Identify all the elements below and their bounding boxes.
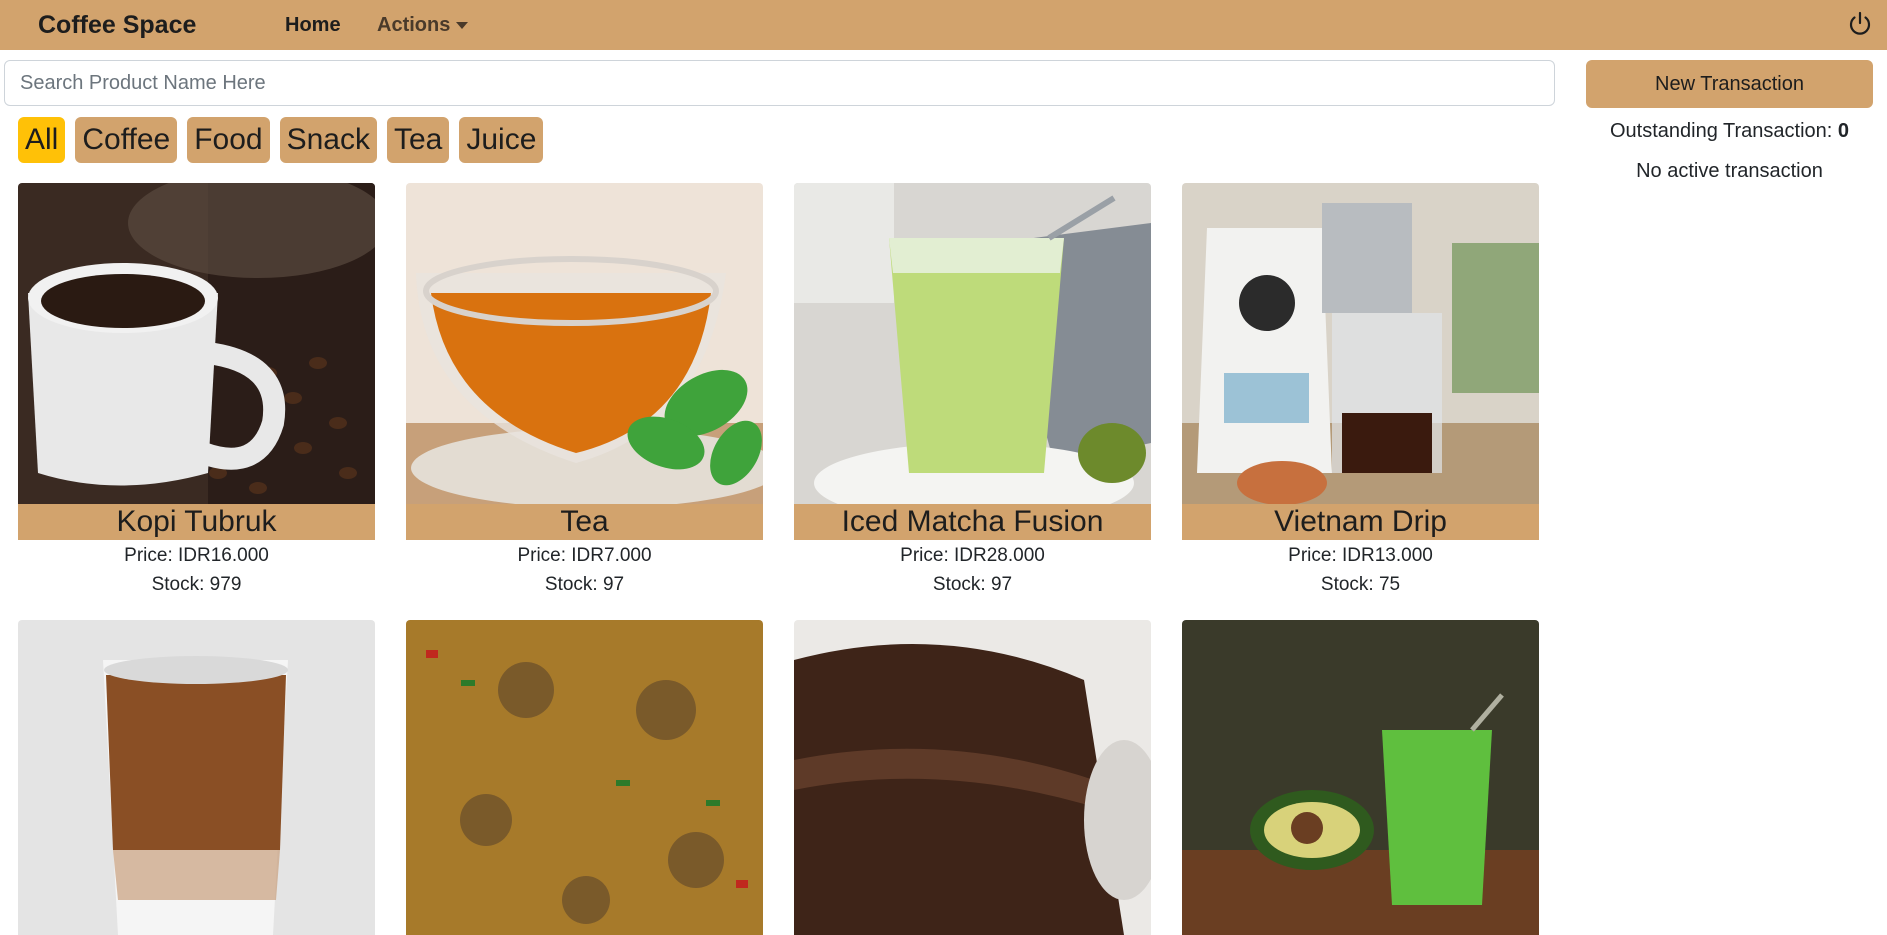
- nav-actions-dropdown[interactable]: Actions: [377, 14, 469, 37]
- navbar: Coffee Space Home Actions: [0, 0, 1887, 50]
- caret-down-icon: [456, 22, 469, 30]
- power-icon[interactable]: [1847, 11, 1873, 37]
- product-name: Tea: [406, 504, 763, 540]
- product-card[interactable]: Tea Price: IDR7.000 Stock: 97: [406, 183, 763, 599]
- new-transaction-button[interactable]: New Transaction: [1586, 60, 1873, 108]
- outstanding-label: Outstanding Transaction:: [1609, 120, 1838, 142]
- product-name: Vietnam Drip: [1182, 504, 1539, 540]
- product-card[interactable]: [794, 620, 1151, 935]
- product-image-chocolate-cake: [794, 620, 1151, 935]
- category-chip-snack[interactable]: Snack: [279, 117, 377, 163]
- product-card[interactable]: Iced Matcha Fusion Price: IDR28.000 Stoc…: [794, 183, 1151, 599]
- category-chip-all[interactable]: All: [18, 117, 66, 163]
- product-image-avocado-juice: [1182, 620, 1539, 935]
- nav-home-link[interactable]: Home: [285, 14, 341, 37]
- product-image-vietnam-drip: [1182, 183, 1539, 504]
- product-image-fried-rice: [406, 620, 763, 935]
- product-price: Price: IDR13.000: [1288, 545, 1433, 566]
- category-chip-coffee[interactable]: Coffee: [75, 117, 178, 163]
- product-card[interactable]: Vietnam Drip Price: IDR13.000 Stock: 75: [1182, 183, 1539, 599]
- nav-actions-label: Actions: [377, 14, 451, 36]
- product-stock: Stock: 97: [932, 574, 1013, 595]
- product-image-iced-latte: [18, 620, 375, 935]
- outstanding-transaction-text: Outstanding Transaction: 0: [1586, 120, 1873, 143]
- product-stock: Stock: 979: [151, 574, 242, 595]
- product-price: Price: IDR16.000: [124, 545, 269, 566]
- outstanding-count: 0: [1837, 120, 1850, 142]
- category-chip-food[interactable]: Food: [187, 117, 270, 163]
- product-image-coffee: [18, 183, 375, 504]
- no-active-transaction-text: No active transaction: [1636, 160, 1823, 182]
- brand-logo-text[interactable]: Coffee Space: [38, 11, 196, 40]
- category-chip-juice[interactable]: Juice: [459, 117, 544, 163]
- product-stock: Stock: 75: [1320, 574, 1401, 595]
- category-filter-bar: All Coffee Food Snack Tea Juice: [18, 117, 544, 163]
- product-card[interactable]: Kopi Tubruk Price: IDR16.000 Stock: 979: [18, 183, 375, 599]
- product-card[interactable]: [406, 620, 763, 935]
- product-price: Price: IDR7.000: [517, 545, 652, 566]
- product-card[interactable]: [18, 620, 375, 935]
- product-name: Iced Matcha Fusion: [794, 504, 1151, 540]
- product-price: Price: IDR28.000: [900, 545, 1045, 566]
- product-image-tea: [406, 183, 763, 504]
- product-image-iced-matcha: [794, 183, 1151, 504]
- product-stock: Stock: 97: [544, 574, 625, 595]
- product-search-input[interactable]: [4, 60, 1555, 106]
- category-chip-tea[interactable]: Tea: [386, 117, 450, 163]
- product-name: Kopi Tubruk: [18, 504, 375, 540]
- product-card[interactable]: [1182, 620, 1539, 935]
